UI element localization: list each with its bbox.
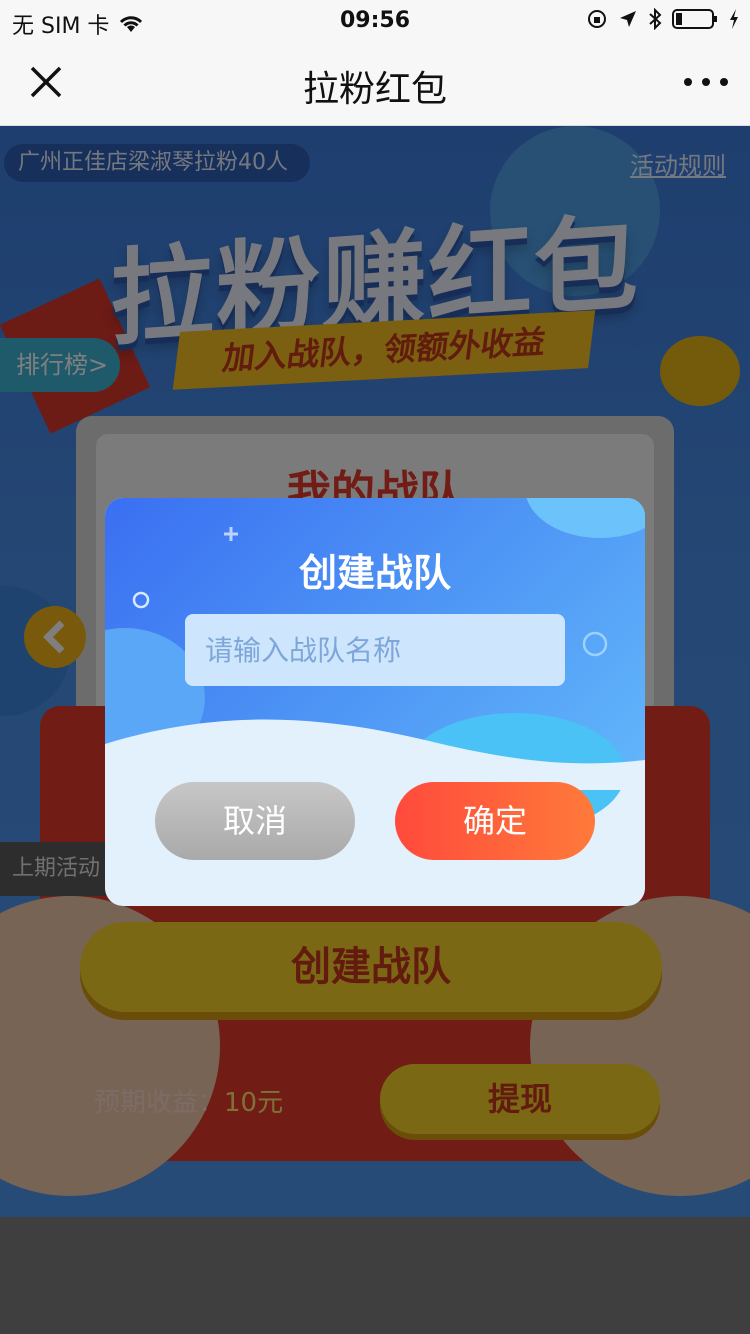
nav-bar: 拉粉红包 xyxy=(0,44,750,126)
more-menu-icon[interactable] xyxy=(684,62,728,102)
location-icon xyxy=(620,11,636,27)
create-team-dialog: 创建战队 取消 确定 xyxy=(105,498,645,906)
team-name-input[interactable] xyxy=(185,614,565,686)
status-bar: 无 SIM 卡 09:56 xyxy=(0,0,750,44)
page-title: 拉粉红包 xyxy=(302,69,447,110)
sparkle-plus-icon xyxy=(224,527,238,541)
orientation-lock-icon xyxy=(588,10,606,28)
cancel-button[interactable]: 取消 xyxy=(155,782,355,860)
battery-icon xyxy=(672,9,717,29)
confirm-button[interactable]: 确定 xyxy=(395,782,595,860)
status-right xyxy=(586,8,740,30)
dialog-title: 创建战队 xyxy=(298,551,451,595)
dialog-wave xyxy=(105,719,645,790)
bluetooth-icon xyxy=(649,8,662,30)
decor-bubble xyxy=(525,498,645,538)
ring-decor-icon xyxy=(582,631,608,657)
charging-icon xyxy=(730,9,738,29)
